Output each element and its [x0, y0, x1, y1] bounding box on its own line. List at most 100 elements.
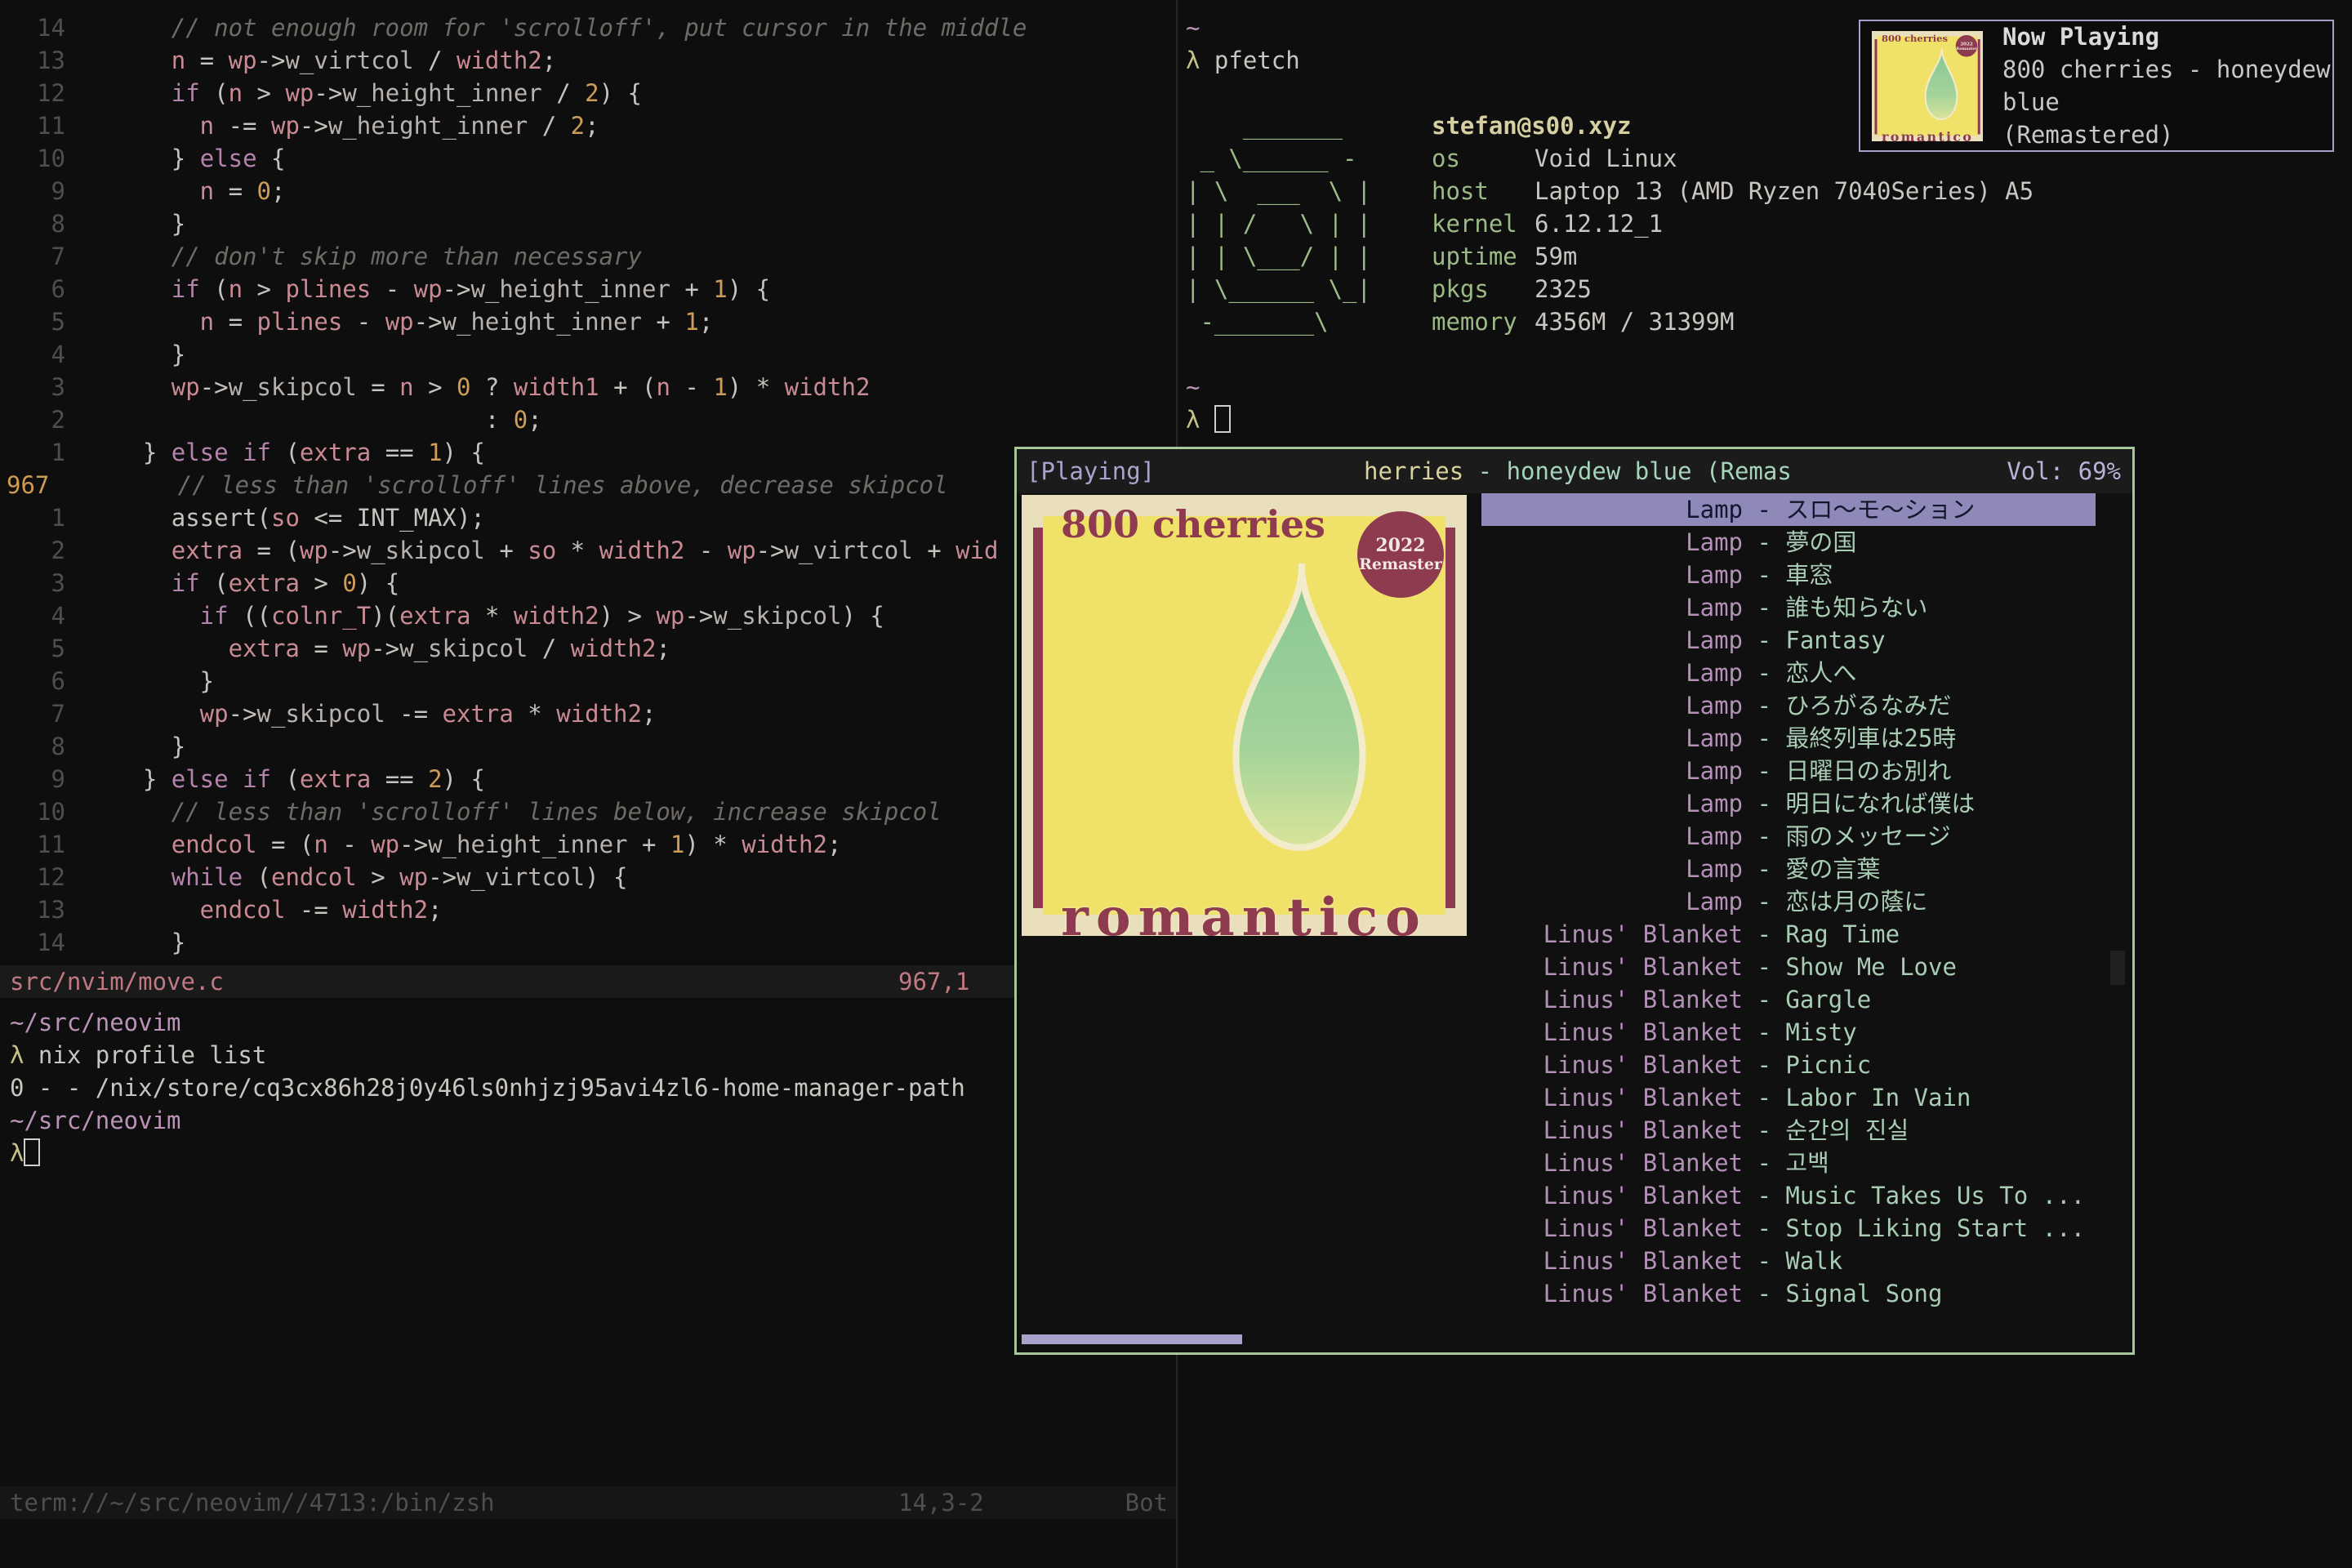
pfetch-row: pkgs2325 [1432, 273, 2034, 305]
editor-line[interactable]: 8 } [0, 207, 1176, 240]
line-number: 1 [0, 436, 65, 469]
song-progress-bar[interactable] [1022, 1334, 1242, 1344]
playlist-item[interactable]: Linus' Blanket - Show Me Love [1481, 951, 2096, 983]
line-number: 4 [0, 599, 65, 632]
player-current-song-scrolling: herries - honeydew blue (Remas [1364, 449, 1792, 493]
line-number: 1 [0, 501, 65, 534]
music-player-window: [Playing] herries - honeydew blue (Remas… [1014, 447, 2135, 1355]
playlist-item[interactable]: Lamp - 夢の国 [1481, 526, 2096, 559]
statusline-filename: src/nvim/move.c [10, 965, 224, 998]
editor-line[interactable]: 7 wp->w_skipcol -= extra * width2; [0, 697, 1176, 730]
editor-line[interactable]: 10 } else { [0, 142, 1176, 175]
editor-line[interactable]: 3 wp->w_skipcol = n > 0 ? width1 + (n - … [0, 371, 1176, 403]
playlist-item[interactable]: Lamp - 雨のメッセージ [1481, 820, 2096, 853]
editor-line[interactable]: 7 // don't skip more than necessary [0, 240, 1176, 273]
screen: 14 // not enough room for 'scrolloff', p… [0, 0, 2352, 1568]
nvim-statusline-active: src/nvim/move.c 967,1 [0, 965, 1176, 998]
editor-line[interactable]: 12 while (endcol > wp->w_virtcol) { [0, 861, 1176, 893]
notification-title: Now Playing [2002, 20, 2332, 53]
album-cover-mini: 800 cherries 2022 Remaster romantico [1872, 31, 1983, 141]
playlist-scrollbar-thumb[interactable] [2110, 951, 2125, 985]
line-number: 6 [0, 273, 65, 305]
playlist-item[interactable]: Linus' Blanket - Walk [1481, 1245, 2096, 1277]
editor-line[interactable]: 10 // less than 'scrolloff' lines below,… [0, 795, 1176, 828]
notification-song-line: 800 cherries - honeydew blue [2002, 53, 2332, 118]
line-number: 11 [0, 828, 65, 861]
playlist-item[interactable]: Linus' Blanket - Rag Time [1481, 918, 2096, 951]
line-number: 5 [0, 305, 65, 338]
editor-line[interactable]: 2 extra = (wp->w_skipcol + so * width2 -… [0, 534, 1176, 567]
playlist-item[interactable]: Lamp - 恋は月の蔭に [1481, 885, 2096, 918]
line-number: 14 [0, 926, 65, 959]
playlist-item[interactable]: Lamp - Fantasy [1481, 624, 2096, 657]
playlist-item-selected[interactable]: Lamp - スロ〜モ〜ション [1481, 493, 2096, 526]
editor-line[interactable]: 4 } [0, 338, 1176, 371]
pfetch-row: uptime59m [1432, 240, 2034, 273]
editor-line[interactable]: 6 if (n > plines - wp->w_height_inner + … [0, 273, 1176, 305]
album-cover: 800 cherries 2022 Remaster romantico [1022, 495, 1467, 936]
editor-line[interactable]: 14 // not enough room for 'scrolloff', p… [0, 11, 1176, 44]
line-number: 7 [0, 697, 65, 730]
playlist-item[interactable]: Lamp - 恋人へ [1481, 657, 2096, 689]
editor-line[interactable]: 4 if ((colnr_T)(extra * width2) > wp->w_… [0, 599, 1176, 632]
editor-line[interactable]: 9 n = 0; [0, 175, 1176, 207]
notification-remaster-line: (Remastered) [2002, 118, 2332, 151]
editor-line[interactable]: 3 if (extra > 0) { [0, 567, 1176, 599]
playlist-item[interactable]: Linus' Blanket - Stop Liking Start ... [1481, 1212, 2096, 1245]
playlist-item[interactable]: Lamp - 日曜日のお別れ [1481, 755, 2096, 787]
line-number: 10 [0, 795, 65, 828]
editor-line[interactable]: 967 // less than 'scrolloff' lines above… [0, 469, 1176, 501]
line-number: 5 [0, 632, 65, 665]
notification-text: Now Playing 800 cherries - honeydew blue… [2002, 20, 2332, 151]
nvim-code-window[interactable]: 14 // not enough room for 'scrolloff', p… [0, 11, 1176, 959]
line-number: 2 [0, 534, 65, 567]
line-number: 2 [0, 403, 65, 436]
editor-line[interactable]: 14 } [0, 926, 1176, 959]
line-number: 12 [0, 77, 65, 109]
void-linux-ascii-logo: _______ _ \______ - | \ ___ \ | | | / \ … [1186, 109, 1371, 338]
line-number: 13 [0, 44, 65, 77]
editor-line[interactable]: 2 : 0; [0, 403, 1176, 436]
editor-line[interactable]: 12 if (n > wp->w_height_inner / 2) { [0, 77, 1176, 109]
playlist-item[interactable]: Linus' Blanket - 순간의 진실 [1481, 1114, 2096, 1147]
playlist-item[interactable]: Lamp - 誰も知らない [1481, 591, 2096, 624]
line-number: 10 [0, 142, 65, 175]
playlist-item[interactable]: Linus' Blanket - Music Takes Us To ... [1481, 1179, 2096, 1212]
editor-line[interactable]: 11 n -= wp->w_height_inner / 2; [0, 109, 1176, 142]
playlist-item[interactable]: Linus' Blanket - Signal Song [1481, 1277, 2096, 1310]
statusline-term-ruler: 14,3-2 [898, 1486, 984, 1519]
playlist-item[interactable]: Linus' Blanket - Gargle [1481, 983, 2096, 1016]
line-number: 8 [0, 207, 65, 240]
playlist-item[interactable]: Lamp - 愛の言葉 [1481, 853, 2096, 885]
album-art: 800 cherries 2022 Remaster romantico [1022, 495, 1467, 936]
nvim-terminal-buffer[interactable]: ~/src/neovimλ nix profile list0 - - /nix… [10, 1006, 965, 1169]
editor-line[interactable]: 9 } else if (extra == 2) { [0, 763, 1176, 795]
terminal-cursor [1214, 405, 1231, 433]
playlist-item[interactable]: Lamp - 明日になれば僕は [1481, 787, 2096, 820]
editor-line[interactable]: 1 assert(so <= INT_MAX); [0, 501, 1176, 534]
playlist-item[interactable]: Linus' Blanket - Labor In Vain [1481, 1081, 2096, 1114]
playlist-item[interactable]: Linus' Blanket - Picnic [1481, 1049, 2096, 1081]
pfetch-row: hostLaptop 13 (AMD Ryzen 7040Series) A5 [1432, 175, 2034, 207]
editor-line[interactable]: 1 } else if (extra == 1) { [0, 436, 1176, 469]
terminal-cursor [24, 1138, 40, 1166]
playlist-item[interactable]: Linus' Blanket - 고백 [1481, 1147, 2096, 1179]
line-number: 3 [0, 371, 65, 403]
editor-line[interactable]: 5 n = plines - wp->w_height_inner + 1; [0, 305, 1176, 338]
album-title-text: romantico [1022, 902, 1467, 934]
editor-line[interactable]: 13 n = wp->w_virtcol / width2; [0, 44, 1176, 77]
editor-line[interactable]: 5 extra = wp->w_skipcol / width2; [0, 632, 1176, 665]
playlist-item[interactable]: Lamp - 車窓 [1481, 559, 2096, 591]
editor-line[interactable]: 6 } [0, 665, 1176, 697]
line-number: 7 [0, 240, 65, 273]
editor-line[interactable]: 13 endcol -= width2; [0, 893, 1176, 926]
playlist-item[interactable]: Linus' Blanket - Misty [1481, 1016, 2096, 1049]
editor-line[interactable]: 11 endcol = (n - wp->w_height_inner + 1)… [0, 828, 1176, 861]
line-number: 8 [0, 730, 65, 763]
line-number: 11 [0, 109, 65, 142]
editor-line[interactable]: 8 } [0, 730, 1176, 763]
playlist-item[interactable]: Lamp - ひろがるなみだ [1481, 689, 2096, 722]
playlist-item[interactable]: Lamp - 最終列車は25時 [1481, 722, 2096, 755]
nvim-statusline-terminal: term://~/src/neovim//4713:/bin/zsh 14,3-… [0, 1486, 1176, 1519]
now-playing-notification[interactable]: 800 cherries 2022 Remaster romantico Now… [1859, 20, 2334, 152]
